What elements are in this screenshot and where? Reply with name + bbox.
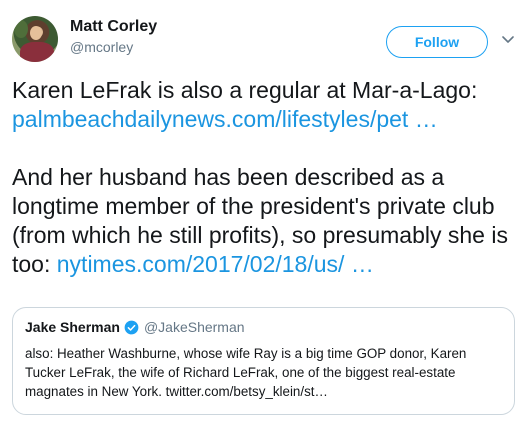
author-handle[interactable]: @mcorley: [70, 39, 133, 55]
chevron-down-icon[interactable]: [502, 36, 514, 46]
follow-button[interactable]: Follow: [386, 26, 488, 58]
quoted-author-handle: @JakeSherman: [143, 319, 245, 335]
tweet-link-2[interactable]: nytimes.com/2017/02/18/us/ …: [57, 251, 374, 277]
author-name[interactable]: Matt Corley: [70, 18, 157, 36]
avatar-leaf: [14, 20, 28, 38]
avatar[interactable]: [12, 16, 58, 62]
verified-badge-icon: [124, 320, 139, 335]
quoted-tweet-header: Jake Sherman @JakeSherman: [25, 318, 502, 336]
tweet-header: Matt Corley @mcorley Follow: [12, 12, 520, 64]
quoted-author-name: Jake Sherman: [25, 319, 120, 335]
quoted-tweet-text: also: Heather Washburne, whose wife Ray …: [25, 346, 467, 399]
tweet-line-1: Karen LeFrak is also a regular at Mar-a-…: [12, 77, 478, 103]
quoted-tweet[interactable]: Jake Sherman @JakeSherman also: Heather …: [12, 307, 515, 415]
avatar-face: [30, 26, 42, 40]
tweet-paragraph-1: Karen LeFrak is also a regular at Mar-a-…: [12, 76, 522, 134]
avatar-shirt: [20, 42, 54, 62]
tweet-paragraph-2: And her husband has been described as a …: [12, 163, 522, 279]
tweet-text: Karen LeFrak is also a regular at Mar-a-…: [12, 76, 522, 279]
tweet-link-1[interactable]: palmbeachdailynews.com/lifestyles/pet …: [12, 106, 438, 132]
